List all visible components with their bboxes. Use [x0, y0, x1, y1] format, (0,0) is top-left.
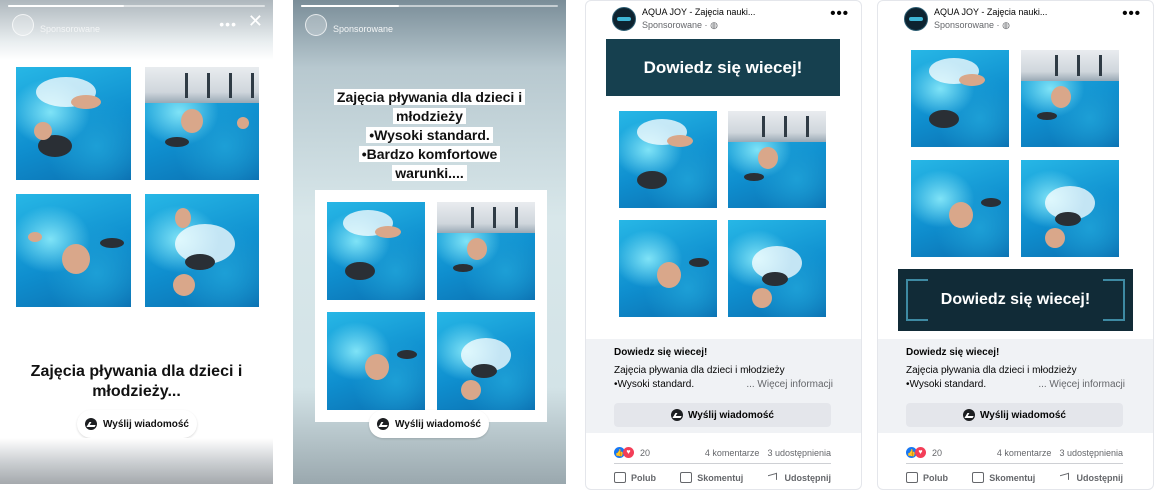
pool-photo: [1021, 50, 1119, 147]
pool-photo: [16, 67, 131, 180]
pool-photo: [728, 220, 826, 317]
share-icon: [1059, 472, 1071, 483]
share-icon: [767, 472, 779, 483]
more-horizontal-icon[interactable]: •••: [219, 16, 237, 32]
comment-count[interactable]: 4 komentarze: [997, 448, 1052, 458]
link-description: Zajęcia pływania dla dzieci i młodzieży: [614, 365, 785, 376]
messenger-icon: [377, 418, 390, 430]
link-description: Zajęcia pływania dla dzieci i młodzieży: [906, 365, 1077, 376]
link-title: Dowiedz się wiecej!: [906, 347, 1000, 358]
pool-photo: [437, 312, 535, 410]
pool-photo: [619, 111, 717, 208]
pool-photo: [728, 111, 826, 208]
reactions-bar: 👍 ♥ 20 4 komentarze 3 udostępnienia: [906, 447, 1123, 458]
pool-photo: [327, 312, 425, 410]
messenger-icon: [85, 418, 98, 430]
more-horizontal-icon[interactable]: •••: [1122, 5, 1141, 22]
page-name[interactable]: AQUA JOY - Zajęcia nauki...: [934, 7, 1047, 17]
sponsored-label: Sponsorowane · ◍: [934, 20, 1010, 30]
feed-preview-2: AQUA JOY - Zajęcia nauki... Sponsorowane…: [877, 0, 1154, 490]
globe-icon: ◍: [710, 20, 718, 30]
story-text-line: •Wysoki standard.: [366, 127, 493, 143]
share-count[interactable]: 3 udostępnienia: [767, 448, 831, 458]
post-header: AQUA JOY - Zajęcia nauki... Sponsorowane…: [586, 1, 861, 37]
link-description: •Wysoki standard.: [614, 379, 695, 390]
love-reaction-icon: ♥: [623, 447, 634, 458]
messenger-icon: [671, 409, 684, 421]
send-message-button[interactable]: Wyślij wiadomość: [369, 410, 489, 438]
pool-photo: [145, 194, 259, 307]
messenger-icon: [963, 409, 976, 421]
comment-count[interactable]: 4 komentarze: [705, 448, 760, 458]
comment-button[interactable]: Skomentuj: [972, 472, 1035, 483]
reaction-count[interactable]: 20: [932, 448, 942, 458]
pool-photo: [911, 160, 1009, 257]
story-progress-fill: [301, 5, 399, 7]
promo-banner: Dowiedz się wiecej!: [898, 269, 1133, 331]
share-button[interactable]: Udostępnij: [1059, 472, 1123, 483]
action-bar: Polub Skomentuj Udostępnij: [906, 463, 1123, 483]
promo-banner: Dowiedz się wiecej!: [606, 39, 840, 96]
like-button[interactable]: Polub: [906, 472, 948, 483]
page-name[interactable]: AQUA JOY - Zajęcia nauki...: [642, 7, 755, 17]
feed-preview-1: AQUA JOY - Zajęcia nauki... Sponsorowane…: [585, 0, 862, 490]
sponsored-label: Sponsorowane · ◍: [642, 20, 718, 30]
send-message-label: Wyślij wiadomość: [395, 418, 481, 430]
more-horizontal-icon[interactable]: •••: [830, 5, 849, 22]
story-overlay-text: Zajęcia pływania dla dzieci i młodzieży …: [325, 88, 534, 183]
pool-photo: [437, 202, 535, 300]
sponsored-label: Sponsorowane: [333, 24, 394, 34]
send-message-button[interactable]: Wyślij wiadomość: [77, 410, 197, 438]
story-caption: Zajęcia pływania dla dzieci i młodzieży.…: [30, 363, 243, 400]
story-progress-bar: [301, 5, 558, 7]
photo-collage-card: [315, 190, 547, 422]
action-bar: Polub Skomentuj Udostępnij: [614, 463, 831, 483]
story-preview-1: Sponsorowane ••• ✕ Zajęcia pływania dla …: [0, 0, 273, 484]
share-count[interactable]: 3 udostępnienia: [1059, 448, 1123, 458]
pool-photo: [16, 194, 131, 307]
pool-photo: [1021, 160, 1119, 257]
avatar[interactable]: [12, 14, 34, 36]
send-message-label: Wyślij wiadomość: [688, 409, 774, 421]
story-text-line: •Bardzo komfortowe warunki....: [358, 146, 501, 181]
globe-icon: ◍: [1002, 20, 1010, 30]
reactions-bar: 👍 ♥ 20 4 komentarze 3 udostępnienia: [614, 447, 831, 458]
story-progress-bar: [8, 5, 265, 7]
like-icon: [906, 472, 918, 483]
reaction-count[interactable]: 20: [640, 448, 650, 458]
story-preview-2: Sponsorowane Zajęcia pływania dla dzieci…: [293, 0, 566, 484]
love-reaction-icon: ♥: [915, 447, 926, 458]
close-icon[interactable]: ✕: [248, 12, 263, 30]
send-message-button[interactable]: Wyślij wiadomość: [906, 403, 1123, 427]
see-more-link[interactable]: ... Więcej informacji: [746, 378, 833, 392]
link-title: Dowiedz się wiecej!: [614, 347, 708, 358]
comment-button[interactable]: Skomentuj: [680, 472, 743, 483]
see-more-link[interactable]: ... Więcej informacji: [1038, 378, 1125, 392]
link-description: •Wysoki standard.: [906, 379, 987, 390]
avatar[interactable]: [305, 14, 327, 36]
pool-photo: [911, 50, 1009, 147]
pool-photo: [327, 202, 425, 300]
send-message-button[interactable]: Wyślij wiadomość: [614, 403, 831, 427]
avatar[interactable]: [904, 7, 928, 31]
comment-icon: [680, 472, 693, 483]
comment-icon: [972, 472, 985, 483]
sponsored-label: Sponsorowane: [40, 24, 101, 34]
share-button[interactable]: Udostępnij: [767, 472, 831, 483]
send-message-label: Wyślij wiadomość: [980, 409, 1066, 421]
story-progress-fill: [8, 5, 124, 7]
pool-photo: [145, 67, 259, 180]
story-text-line: Zajęcia pływania dla dzieci i młodzieży: [333, 89, 526, 124]
send-message-label: Wyślij wiadomość: [103, 418, 189, 430]
story-bottom-gradient: [0, 438, 273, 484]
avatar[interactable]: [612, 7, 636, 31]
pool-photo: [619, 220, 717, 317]
like-button[interactable]: Polub: [614, 472, 656, 483]
ad-previews-canvas: Sponsorowane ••• ✕ Zajęcia pływania dla …: [0, 0, 1154, 490]
promo-banner-text: Dowiedz się wiecej!: [940, 291, 1091, 308]
like-icon: [614, 472, 626, 483]
post-header: AQUA JOY - Zajęcia nauki... Sponsorowane…: [878, 1, 1153, 37]
